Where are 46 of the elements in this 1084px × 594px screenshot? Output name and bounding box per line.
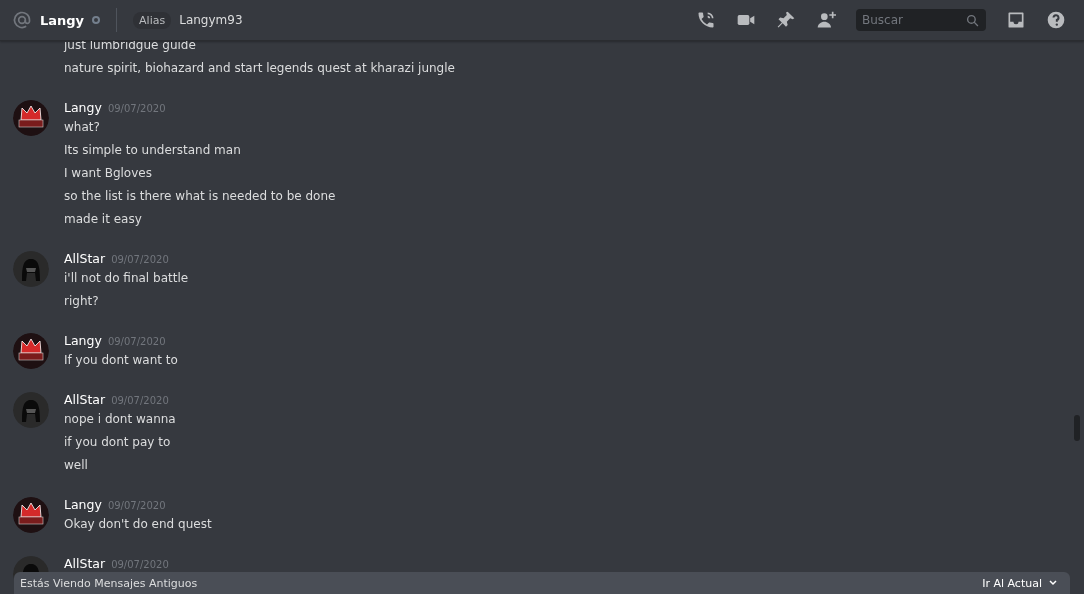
- search-icon: [966, 14, 979, 27]
- inbox-icon[interactable]: [1006, 10, 1026, 30]
- avatar-icon: [13, 497, 49, 533]
- author-name[interactable]: Langy: [64, 493, 102, 516]
- scrollbar-thumb[interactable]: [1074, 415, 1080, 441]
- message-timestamp: 09/07/2020: [107, 102, 166, 116]
- search-field[interactable]: Buscar: [856, 9, 986, 31]
- message-timestamp: 09/07/2020: [111, 394, 169, 408]
- message-text: If you dont want to: [64, 352, 178, 369]
- author-name[interactable]: AllStar: [64, 552, 106, 575]
- message-timestamp: 09/07/2020: [111, 558, 169, 572]
- message-text: what?: [64, 119, 101, 136]
- old-messages-notice: Estás Viendo Mensajes Antiguos: [20, 576, 198, 590]
- message-text: made it easy: [64, 211, 143, 228]
- channel-name: Langy: [40, 12, 85, 28]
- author-name[interactable]: AllStar: [64, 247, 106, 270]
- author-name[interactable]: Langy: [64, 329, 102, 352]
- help-icon[interactable]: [1046, 10, 1066, 30]
- add-user-icon[interactable]: [816, 10, 836, 30]
- message-text: if you dont pay to: [64, 434, 172, 451]
- chevron-down-icon: [1048, 578, 1058, 588]
- message-text: nature spirit, biohazard and start legends quest at kharazi jungle: [63, 60, 456, 77]
- alias-label: Alias: [133, 11, 172, 29]
- message-text: right?: [64, 293, 100, 310]
- message-text: Its simple to understand man: [64, 142, 242, 159]
- avatar-icon: [13, 333, 49, 369]
- author-name[interactable]: Langy: [64, 96, 102, 119]
- avatar-icon: [13, 100, 49, 136]
- message-text: so the list is there what is needed to be done: [64, 188, 336, 205]
- message-text: nope i dont wanna: [64, 411, 176, 428]
- pin-icon[interactable]: [776, 10, 796, 30]
- message-text: i'll not do final battle: [64, 270, 189, 287]
- message-text: I want Bgloves: [64, 165, 153, 182]
- message-timestamp: 09/07/2020: [111, 253, 169, 267]
- message-text: well: [64, 457, 89, 474]
- message-timestamp: 09/07/2020: [107, 499, 166, 513]
- message-text: Okay don't do end quest: [64, 516, 212, 533]
- author-name[interactable]: AllStar: [64, 388, 106, 411]
- jump-to-present-button[interactable]: Ir Al Actual: [976, 576, 1064, 590]
- status-icon: [92, 16, 101, 24]
- phone-icon[interactable]: [696, 10, 716, 30]
- message-timestamp: 09/07/2020: [107, 335, 166, 349]
- avatar-icon: [13, 392, 49, 428]
- at-sign-icon: [12, 10, 32, 30]
- avatar-icon: [13, 251, 49, 287]
- alias-name: Langym93: [179, 13, 243, 27]
